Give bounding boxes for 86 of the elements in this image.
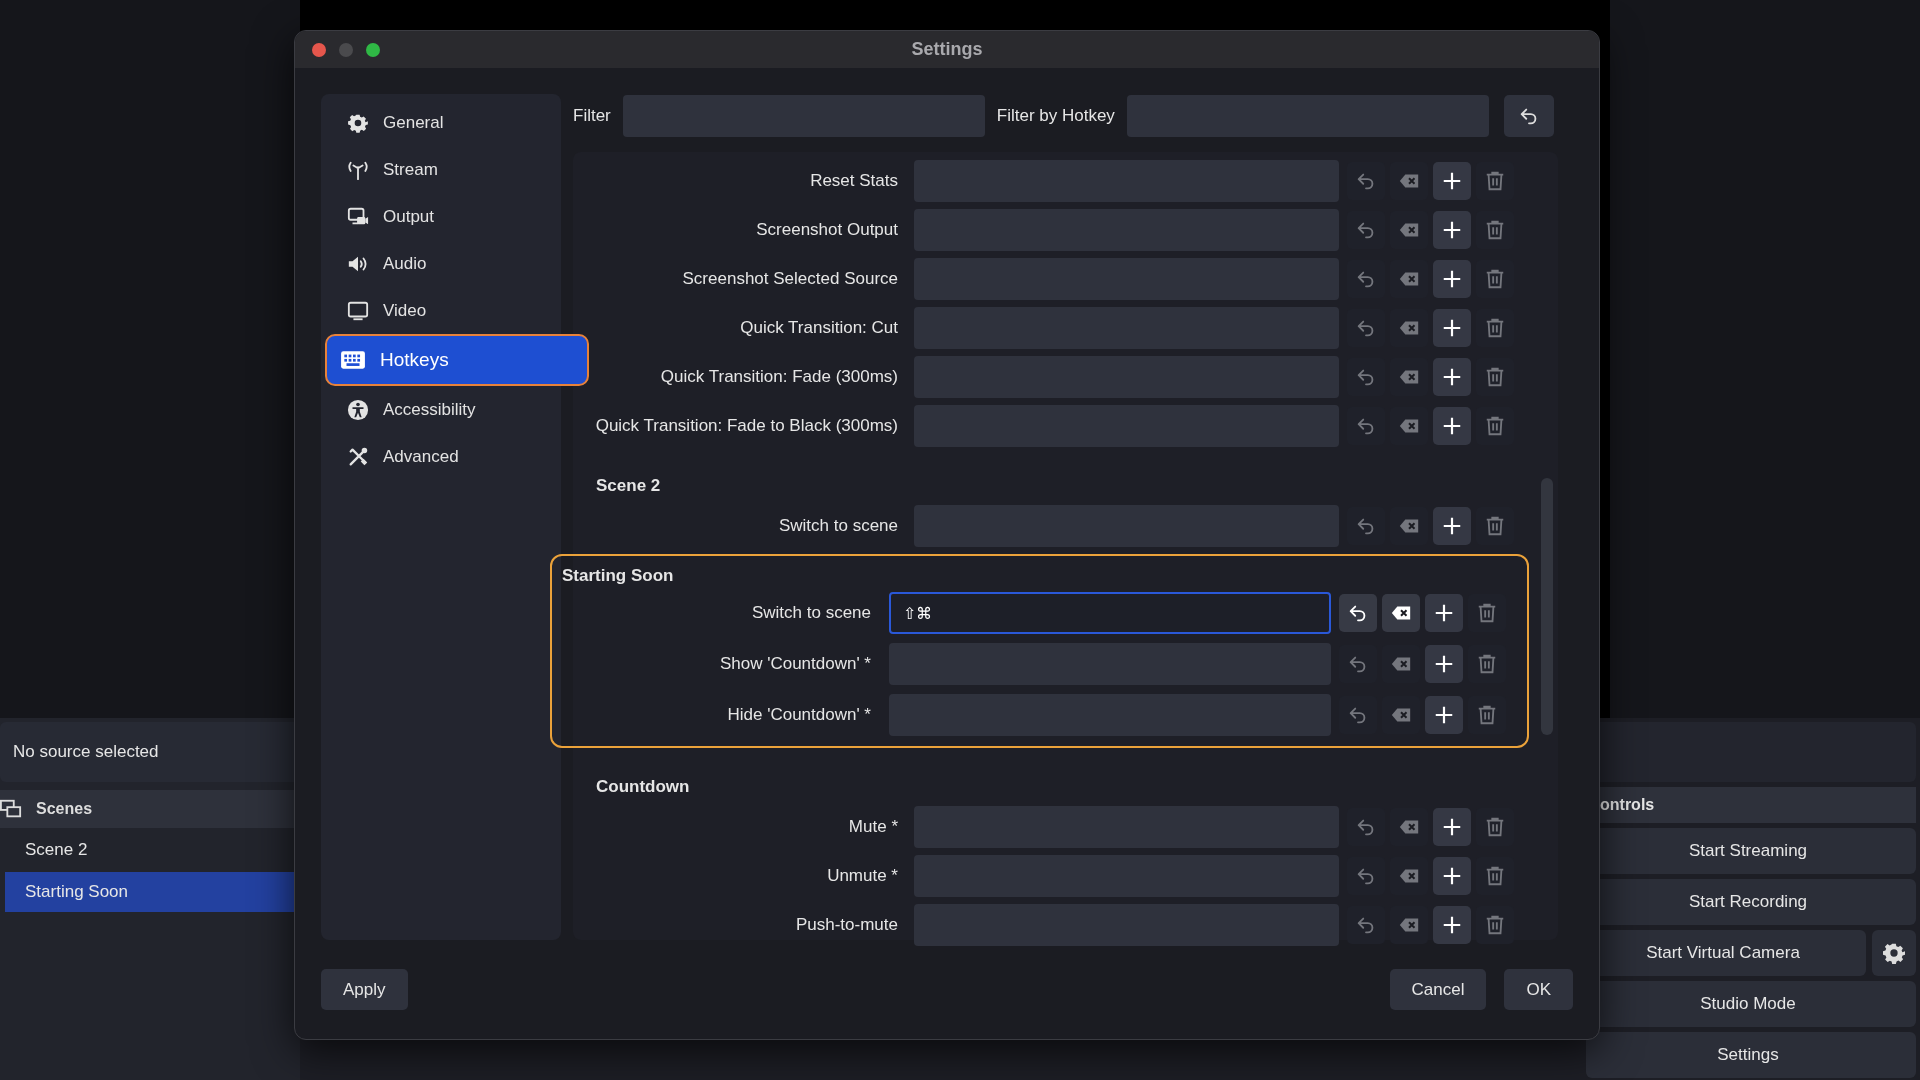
plus-icon (1433, 704, 1455, 726)
hotkey-label: Screenshot Output (755, 220, 898, 240)
trash-icon (1484, 170, 1506, 192)
trash-icon (1484, 816, 1506, 838)
filter-label: Filter (573, 106, 611, 126)
plus-icon (1441, 515, 1463, 537)
add-button[interactable] (1433, 358, 1471, 396)
hotkey-label: Reset Stats (809, 171, 898, 191)
sidebar-item[interactable]: General (325, 99, 561, 146)
hotkey-label: Hide 'Countdown' * (726, 705, 871, 725)
add-button[interactable] (1425, 696, 1463, 734)
add-button[interactable] (1433, 857, 1471, 895)
trash-icon (1484, 865, 1506, 887)
hotkey-label: Push-to-mute (794, 915, 898, 935)
sidebar-item[interactable]: Stream (325, 146, 561, 193)
add-button[interactable] (1433, 407, 1471, 445)
control-button[interactable]: Settings (1586, 1032, 1916, 1078)
sidebar-item[interactable]: Hotkeys (325, 334, 589, 386)
sidebar-item[interactable]: Video (325, 287, 561, 334)
reset-filter-button[interactable] (1503, 95, 1554, 137)
plus-icon (1441, 170, 1463, 192)
hotkey-label: Quick Transition: Cut (739, 318, 898, 338)
trash-icon (1476, 602, 1498, 624)
plus-icon (1441, 415, 1463, 437)
gear-icon (1883, 942, 1905, 964)
trash-icon (1484, 268, 1506, 290)
hotkey-label: Quick Transition: Fade to Black (300ms) (594, 416, 898, 436)
filter-field[interactable] (622, 95, 985, 137)
window-title: Settings (911, 39, 983, 59)
sidebar-item[interactable]: Accessibility (325, 386, 561, 433)
trash-icon (1476, 653, 1498, 675)
accessibility-icon (347, 398, 369, 421)
trash-icon (1476, 704, 1498, 726)
hotkey-label: Mute * (847, 817, 898, 837)
scenes-title: Scenes (36, 800, 93, 818)
add-button[interactable] (1433, 260, 1471, 298)
monitor-icon (347, 299, 369, 322)
hotkey-label: Unmute * (826, 866, 898, 886)
plus-icon (1433, 602, 1455, 624)
plus-icon (1441, 816, 1463, 838)
group-title: Scene 2 (595, 475, 662, 497)
tools-icon (347, 445, 369, 468)
virtual-camera-settings-button[interactable] (1872, 930, 1916, 976)
trash-icon (1484, 317, 1506, 339)
add-button[interactable] (1433, 808, 1471, 846)
group-title: Starting Soon (562, 565, 675, 587)
plus-icon (1441, 268, 1463, 290)
hotkey-label: Quick Transition: Fade (300ms) (659, 367, 898, 387)
plus-icon (1433, 653, 1455, 675)
filter-by-hotkey-label: Filter by Hotkey (996, 106, 1115, 126)
scrollbar[interactable] (1541, 478, 1553, 735)
hotkey-filter-field[interactable] (1126, 95, 1489, 137)
maximize-button[interactable] (366, 42, 380, 57)
trash-icon (1484, 515, 1506, 537)
plus-icon (1441, 366, 1463, 388)
trash-icon (1484, 415, 1506, 437)
hotkey-label: Switch to scene (777, 516, 898, 536)
add-button[interactable] (1433, 211, 1471, 249)
group-title: Countdown (595, 776, 691, 798)
plus-icon (1441, 317, 1463, 339)
trash-icon (1484, 219, 1506, 241)
clear-button[interactable] (1382, 594, 1420, 632)
cancel-button[interactable]: Cancel (1389, 969, 1487, 1010)
plus-icon (1441, 865, 1463, 887)
trash-icon (1484, 914, 1506, 936)
sidebar-item[interactable]: Audio (325, 240, 561, 287)
add-button[interactable] (1433, 507, 1471, 545)
trash-icon (1484, 366, 1506, 388)
plus-icon (1441, 219, 1463, 241)
revert-button[interactable] (1339, 594, 1377, 632)
ok-button[interactable]: OK (1504, 969, 1573, 1010)
add-button[interactable] (1433, 309, 1471, 347)
hotkey-label: Show 'Countdown' * (718, 654, 871, 674)
hotkey-field[interactable]: ⇧⌘ (889, 592, 1331, 634)
hotkey-field[interactable] (914, 904, 1339, 946)
add-button[interactable] (1433, 162, 1471, 200)
add-button[interactable] (1425, 645, 1463, 683)
close-button[interactable] (312, 42, 326, 57)
apply-button[interactable]: Apply (321, 969, 408, 1010)
sidebar-item[interactable]: Advanced (325, 433, 561, 480)
hotkey-label: Screenshot Selected Source (681, 269, 898, 289)
plus-icon (1441, 914, 1463, 936)
sidebar-item[interactable]: Output (325, 193, 561, 240)
add-button[interactable] (1433, 906, 1471, 944)
hotkey-label: Switch to scene (750, 603, 871, 623)
add-button[interactable] (1425, 594, 1463, 632)
